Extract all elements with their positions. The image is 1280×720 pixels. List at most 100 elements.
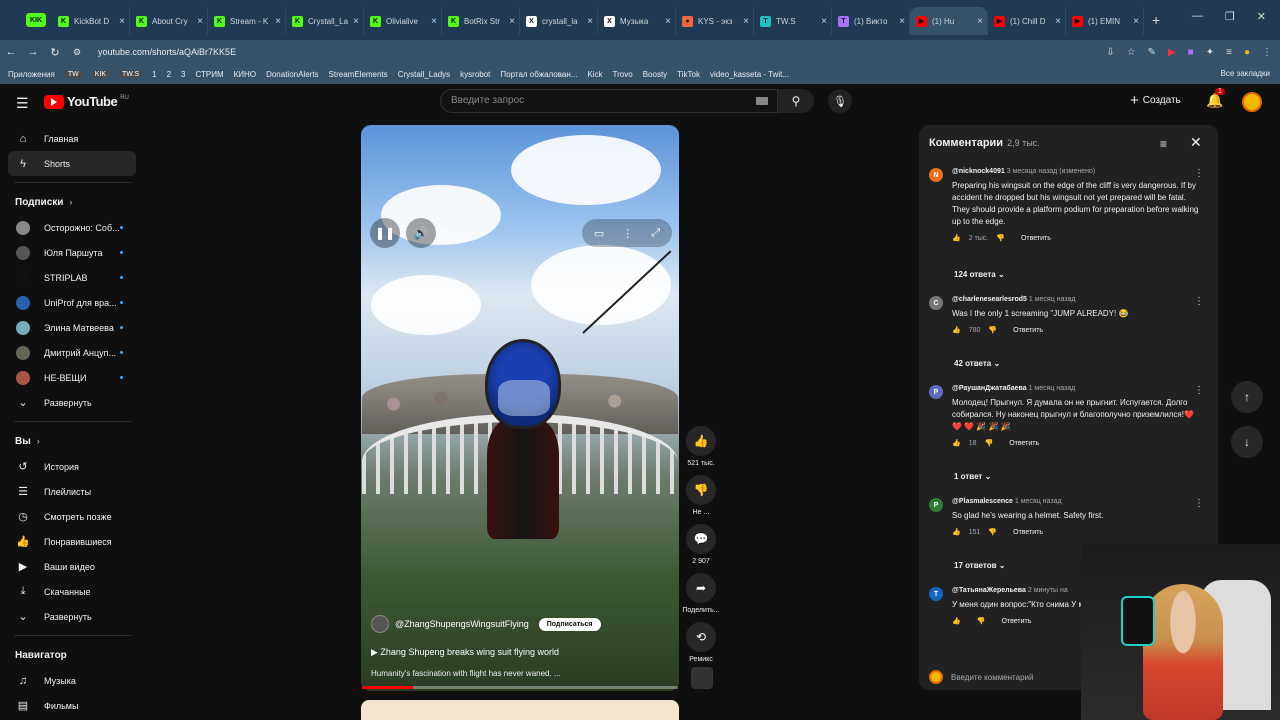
- extension-icon[interactable]: ✎: [1148, 47, 1156, 58]
- sidebar-item-shorts[interactable]: ϟ Shorts: [8, 151, 136, 176]
- tab-badge[interactable]: KIK: [26, 13, 46, 27]
- reply-button[interactable]: Ответить: [1009, 440, 1039, 447]
- create-button[interactable]: + Создать: [1130, 92, 1181, 109]
- replies-toggle[interactable]: 1 ответ ⌄: [954, 472, 991, 481]
- tab-close-icon[interactable]: ×: [197, 16, 203, 27]
- thumbs-up-icon[interactable]: 👍: [952, 617, 961, 625]
- volume-button[interactable]: 🔊: [406, 218, 436, 248]
- thumbs-up-icon[interactable]: 👍: [952, 234, 961, 242]
- reply-button[interactable]: Ответить: [1013, 529, 1043, 536]
- bookmark-item[interactable]: KIK: [91, 70, 109, 78]
- reply-button[interactable]: Ответить: [1021, 235, 1051, 242]
- expand-you[interactable]: ⌄ Развернуть: [0, 604, 144, 629]
- bookmark-item[interactable]: Портал обжалован...: [500, 70, 577, 79]
- browser-tab[interactable]: ▶ (1) Chill D ×: [988, 7, 1066, 35]
- bookmark-item[interactable]: 2: [167, 70, 171, 79]
- tab-close-icon[interactable]: ×: [743, 16, 749, 27]
- commenter-avatar[interactable]: Р: [929, 385, 943, 399]
- bookmark-item[interactable]: 3: [181, 70, 185, 79]
- tab-close-icon[interactable]: ×: [353, 16, 359, 27]
- sidebar-item-you[interactable]: ☰ Плейлисты: [0, 479, 144, 504]
- commenter-avatar[interactable]: Т: [929, 587, 943, 601]
- tab-close-icon[interactable]: ×: [587, 16, 593, 27]
- replies-toggle[interactable]: 17 ответов ⌄: [954, 561, 1005, 570]
- bookmark-item[interactable]: Kick: [587, 70, 602, 79]
- extension-icon[interactable]: ■: [1188, 47, 1194, 58]
- profile-icon[interactable]: ●: [1244, 47, 1250, 58]
- tab-close-icon[interactable]: ×: [899, 16, 905, 27]
- sidebar-item-nav[interactable]: ♫ Музыка: [0, 668, 144, 693]
- close-window-icon[interactable]: ✕: [1257, 10, 1266, 23]
- bookmark-item[interactable]: TW.S: [119, 70, 143, 78]
- browser-tab[interactable]: Xcrystall_la ×: [520, 7, 598, 35]
- keyboard-icon[interactable]: [756, 97, 768, 105]
- bookmark-item[interactable]: КИНО: [234, 70, 256, 79]
- reply-button[interactable]: Ответить: [1001, 618, 1031, 625]
- captions-icon[interactable]: ▭: [594, 227, 604, 240]
- subscribe-button[interactable]: Подписаться: [538, 617, 601, 631]
- sidebar-channel[interactable]: UniProf для вра...: [0, 290, 144, 315]
- next-short-preview[interactable]: [361, 700, 679, 720]
- bookmark-item[interactable]: kysrobot: [460, 70, 490, 79]
- like-button[interactable]: 👍: [686, 426, 716, 456]
- youtube-logo[interactable]: YouTube RU: [44, 94, 129, 109]
- pause-button[interactable]: ❚❚: [370, 218, 400, 248]
- comment-more-icon[interactable]: ⋮: [1194, 498, 1204, 509]
- next-short-button[interactable]: ↓: [1231, 426, 1263, 458]
- remix-button[interactable]: ⟲: [686, 622, 716, 652]
- sidebar-item-you[interactable]: ⤓ Скачанные: [0, 579, 144, 604]
- sidebar-item-home[interactable]: ⌂ Главная: [0, 126, 144, 151]
- sidebar-item-you[interactable]: 👍 Понравившиеся: [0, 529, 144, 554]
- comment-input[interactable]: Введите комментарий: [951, 673, 1033, 682]
- comment-more-icon[interactable]: ⋮: [1194, 296, 1204, 307]
- sidebar-channel[interactable]: НЕ-ВЕЩИ: [0, 365, 144, 390]
- bookmark-item[interactable]: Crystall_Ladys: [398, 70, 450, 79]
- browser-tab[interactable]: K BotRix Str ×: [442, 7, 520, 35]
- thumbs-up-icon[interactable]: 👍: [952, 528, 961, 536]
- forward-icon[interactable]: →: [22, 46, 44, 58]
- browser-tab[interactable]: X Музыка ×: [598, 7, 676, 35]
- comments-button[interactable]: 💬: [686, 524, 716, 554]
- voice-search-button[interactable]: 🎙: [828, 89, 852, 113]
- thumbs-up-icon[interactable]: 👍: [952, 326, 961, 334]
- bookmark-item[interactable]: video_kasseta - Twit...: [710, 70, 789, 79]
- comment-more-icon[interactable]: ⋮: [1194, 168, 1204, 179]
- browser-tab[interactable]: ▶ (1) Hu ×: [910, 7, 988, 35]
- expand-subscriptions[interactable]: ⌄ Развернуть: [0, 390, 144, 415]
- bookmark-item[interactable]: TW: [64, 70, 82, 78]
- reload-icon[interactable]: ↻: [44, 46, 66, 59]
- replies-toggle[interactable]: 124 ответа ⌄: [954, 270, 1005, 279]
- tab-close-icon[interactable]: ×: [275, 16, 281, 27]
- browser-tab[interactable]: K KickBot D ×: [52, 7, 130, 35]
- comment-author[interactable]: @charlenesearlesrod5: [952, 296, 1027, 303]
- tab-close-icon[interactable]: ×: [665, 16, 671, 27]
- sort-icon[interactable]: ≡: [1160, 137, 1167, 151]
- sidebar-item-you[interactable]: ↺ История: [0, 454, 144, 479]
- browser-tab[interactable]: K Crystall_La ×: [286, 7, 364, 35]
- site-info-icon[interactable]: ⚙: [66, 47, 88, 58]
- thumbs-down-icon[interactable]: 👎: [977, 617, 986, 625]
- browser-tab[interactable]: T TW.S ×: [754, 7, 832, 35]
- restore-icon[interactable]: ❐: [1225, 10, 1235, 23]
- minimize-icon[interactable]: —: [1192, 10, 1203, 23]
- new-tab-icon[interactable]: +: [1152, 12, 1160, 28]
- thumbs-up-icon[interactable]: 👍: [952, 439, 961, 447]
- bookmark-item[interactable]: Приложения: [8, 70, 55, 79]
- comment-more-icon[interactable]: ⋮: [1194, 385, 1204, 396]
- thumbs-down-icon[interactable]: 👎: [988, 528, 997, 536]
- subscriptions-header[interactable]: Подписки ›: [0, 189, 144, 215]
- bookmark-item[interactable]: 1: [152, 70, 156, 79]
- browser-tab[interactable]: K Stream - K ×: [208, 7, 286, 35]
- thumbs-down-icon[interactable]: 👎: [988, 326, 997, 334]
- browser-tab[interactable]: ▶ (1) EMIN ×: [1066, 7, 1144, 35]
- bookmark-item[interactable]: StreamElements: [329, 70, 388, 79]
- close-icon[interactable]: ✕: [1190, 134, 1202, 151]
- channel-name[interactable]: @ZhangShupengsWingsuitFlying: [395, 619, 529, 629]
- search-button[interactable]: ⚲: [778, 89, 814, 113]
- short-title[interactable]: ▶ Zhang Shupeng breaks wing suit flying …: [371, 647, 559, 658]
- comment-author[interactable]: @ТатьянаЖерельева: [952, 587, 1026, 594]
- install-icon[interactable]: ⇩: [1106, 47, 1114, 58]
- commenter-avatar[interactable]: N: [929, 168, 943, 182]
- commenter-avatar[interactable]: C: [929, 296, 943, 310]
- back-icon[interactable]: ←: [0, 46, 22, 58]
